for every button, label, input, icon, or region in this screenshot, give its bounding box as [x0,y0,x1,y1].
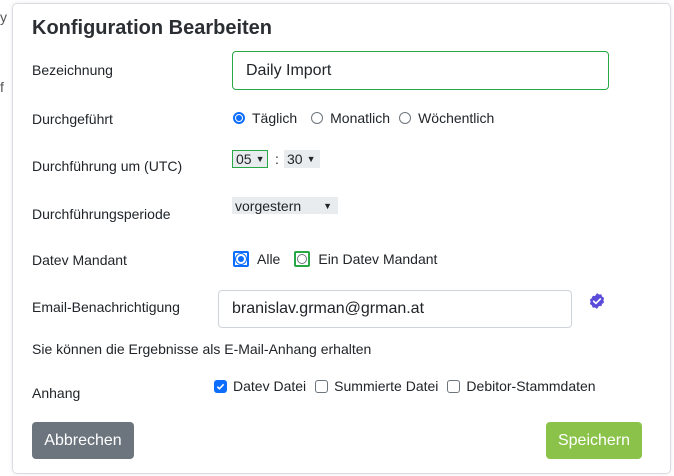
name-input[interactable] [232,51,609,90]
time-label: Durchführung um (UTC) [32,158,183,174]
radio-daily[interactable]: Täglich [233,110,297,126]
backdrop-text: f [0,79,4,95]
executed-label: Durchgeführt [32,111,113,127]
attachment-checkbox-group: Datev Datei Summierte Datei Debitor-Stam… [214,378,605,394]
mandant-radio-group: Alle Ein Datev Mandant [233,251,446,267]
checkbox-debtor-master-input[interactable] [447,379,461,393]
radio-monthly-input[interactable] [311,112,324,124]
mandant-label: Datev Mandant [32,252,127,268]
checkbox-datev-file-label: Datev Datei [233,378,307,394]
radio-monthly[interactable]: Monatlich [311,110,390,126]
checkbox-datev-file[interactable]: Datev Datei [214,378,306,394]
period-label: Durchführungsperiode [32,206,171,222]
dialog-title: Konfiguration Bearbeiten [32,17,273,39]
radio-daily-input[interactable] [233,112,245,124]
email-hint: Sie können die Ergebnisse als E-Mail-Anh… [32,341,372,357]
attachment-label: Anhang [32,385,81,401]
radio-daily-label: Täglich [252,110,298,126]
radio-single-mandant[interactable]: Ein Datev Mandant [294,251,437,267]
verified-badge-icon [589,293,605,309]
radio-all-label: Alle [257,251,281,267]
email-label: Email-Benachrichtigung [32,299,180,315]
email-input[interactable] [218,290,572,328]
hour-select[interactable]: 05 ▼ [232,150,268,168]
checkmark-icon [216,383,225,390]
radio-single-mandant-input[interactable] [294,251,311,267]
cancel-button[interactable]: Abbrechen [32,422,134,459]
radio-weekly[interactable]: Wöchentlich [399,110,494,126]
chevron-down-icon: ▼ [306,154,316,164]
minute-value: 30 [287,151,303,167]
checkbox-summed-file-label: Summierte Datei [334,378,439,394]
executed-radio-group: Täglich Monatlich Wöchentlich [233,110,503,126]
chevron-down-icon: ▼ [323,200,332,211]
checkbox-summed-file-input[interactable] [315,379,329,393]
radio-all-input[interactable] [233,251,249,267]
checkbox-summed-file[interactable]: Summierte Datei [315,378,438,394]
checkbox-datev-file-input[interactable] [214,379,227,393]
checkbox-debtor-master[interactable]: Debitor-Stammdaten [447,378,596,394]
hour-value: 05 [236,151,252,167]
minute-select[interactable]: 30 ▼ [284,150,320,168]
backdrop-text: y [0,9,7,25]
radio-monthly-label: Monatlich [330,110,391,126]
save-button[interactable]: Speichern [546,422,642,459]
radio-single-mandant-label: Ein Datev Mandant [318,251,438,267]
period-select[interactable]: vorgestern ▼ [232,197,338,214]
radio-all[interactable]: Alle [233,251,280,267]
radio-weekly-input[interactable] [399,112,412,124]
period-value: vorgestern [235,197,302,214]
radio-weekly-label: Wöchentlich [418,110,495,126]
chevron-down-icon: ▼ [255,154,265,164]
name-label: Bezeichnung [32,62,113,78]
checkbox-debtor-master-label: Debitor-Stammdaten [466,378,596,394]
edit-config-dialog: Konfiguration Bearbeiten Bezeichnung Dur… [12,3,671,474]
time-separator: : [275,151,279,167]
